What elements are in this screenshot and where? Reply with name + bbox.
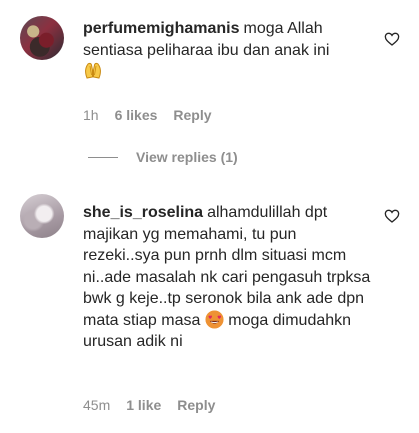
avatar[interactable] (20, 194, 64, 238)
view-replies-label[interactable]: View replies (1) (136, 149, 238, 165)
comment-likes[interactable]: 6 likes (115, 107, 158, 123)
view-replies-line (88, 156, 118, 158)
heart-outline-icon[interactable] (384, 31, 400, 47)
comment-username[interactable]: she_is_roselina (83, 204, 203, 221)
comment-username[interactable]: perfumemighamanis (83, 20, 239, 37)
comment-time[interactable]: 45m (83, 397, 110, 413)
avatar[interactable] (20, 16, 64, 60)
comment-body: perfumemighamanis moga Allah sentiasa pel… (83, 18, 373, 83)
reply-button[interactable]: Reply (177, 397, 215, 413)
heart-eyes-emoji-icon (205, 309, 224, 329)
comment-body: she_is_roselina alhamdulillah dpt majikan… (83, 202, 373, 353)
comment-time[interactable]: 1h (83, 107, 99, 123)
comment-text: alhamdulillah dpt majikan yg memahami, t… (83, 204, 371, 329)
heart-outline-icon[interactable] (384, 208, 400, 224)
view-replies-button[interactable]: View replies (1) (88, 149, 238, 165)
comment-meta: 45m 1 like Reply (83, 397, 231, 413)
comment-likes[interactable]: 1 like (126, 397, 161, 413)
folded-hands-emoji-icon (83, 61, 103, 79)
comment-meta: 1h 6 likes Reply (83, 107, 228, 123)
reply-button[interactable]: Reply (173, 107, 211, 123)
